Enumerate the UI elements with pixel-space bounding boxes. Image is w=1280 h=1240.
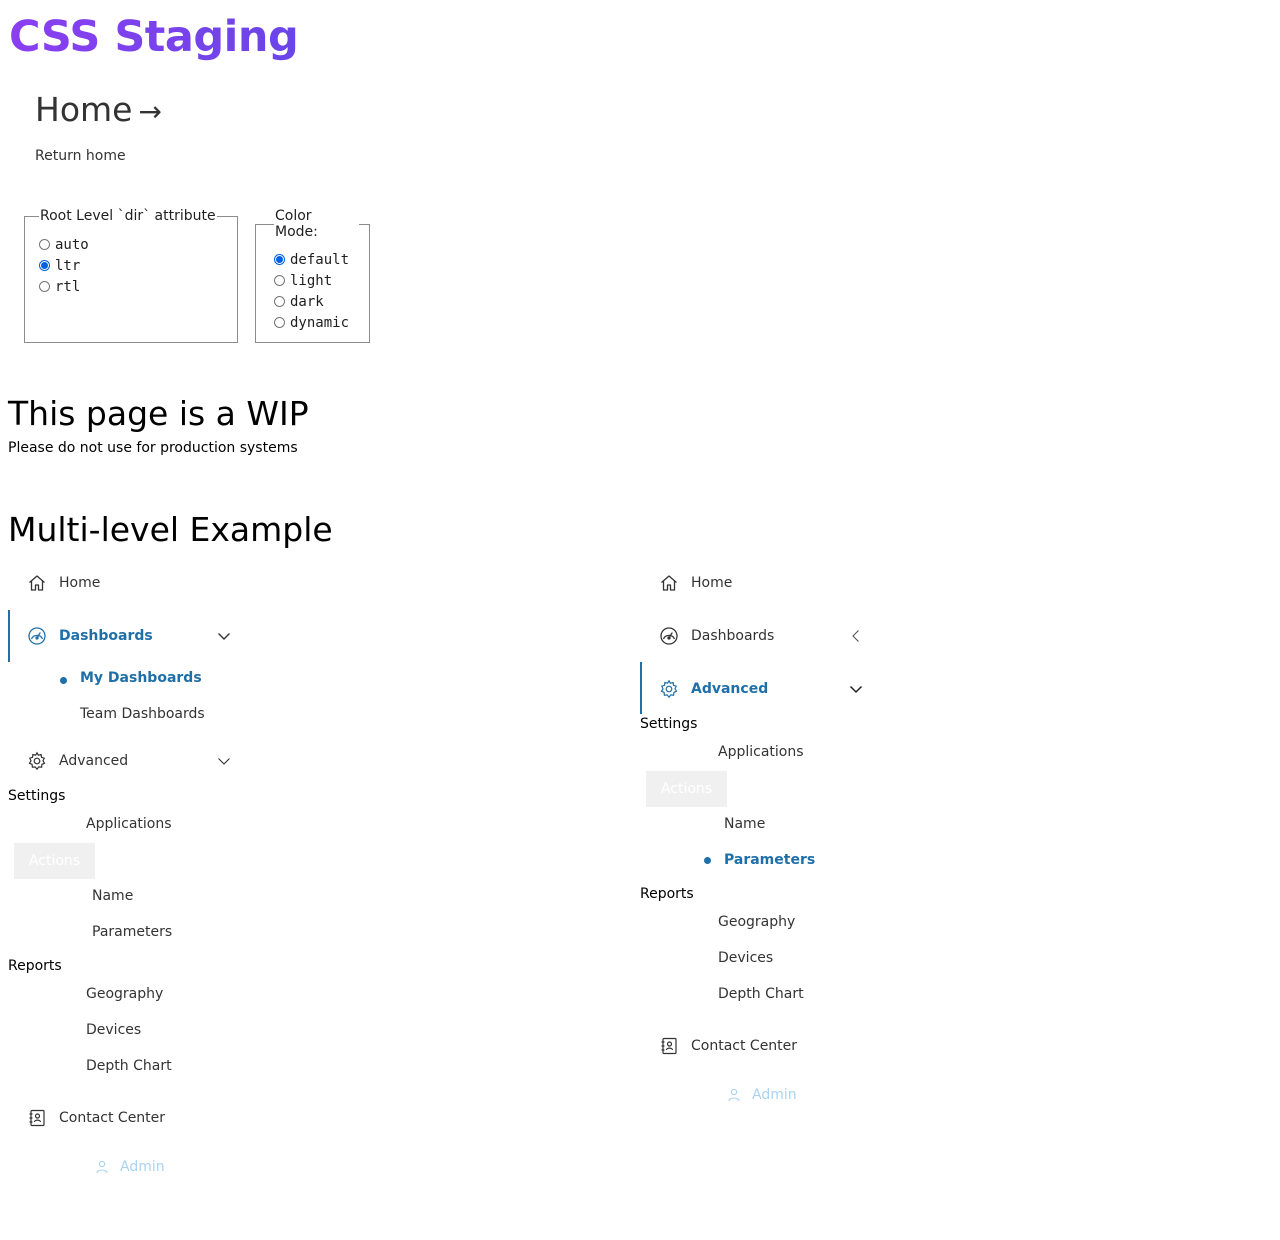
right-nav-admin: Admin (728, 1087, 797, 1103)
right-actions-button[interactable]: Actions (646, 771, 727, 807)
page-title-text: Home (35, 90, 133, 129)
left-nav-dashboards[interactable]: Dashboards (26, 618, 153, 654)
radio-default[interactable] (274, 254, 285, 265)
dir-legend: Root Level `dir` attribute (40, 208, 216, 224)
color-mode-legend: Color Mode: (275, 208, 318, 240)
chevron-down-icon[interactable] (847, 680, 865, 698)
chevron-down-icon[interactable] (215, 627, 233, 645)
left-nav-geography[interactable]: Geography (86, 986, 163, 1002)
right-settings-label: Settings (640, 716, 698, 732)
radio-ltr[interactable] (39, 260, 50, 271)
right-nav-geography[interactable]: Geography (718, 914, 795, 930)
arrow-icon: → (138, 95, 162, 128)
right-reports-label: Reports (640, 886, 694, 902)
return-home-link[interactable]: Return home (35, 148, 126, 164)
dir-option-label: rtl (55, 278, 81, 295)
right-nav-dashboards[interactable]: Dashboards (658, 618, 774, 654)
wip-subtitle: Please do not use for production systems (8, 440, 298, 456)
wip-title: This page is a WIP (8, 394, 309, 433)
left-nav-admin-label: Admin (120, 1159, 165, 1175)
left-nav-admin: Admin (96, 1159, 165, 1175)
color-option-dark[interactable]: dark (274, 291, 359, 312)
right-nav-depth-chart[interactable]: Depth Chart (718, 986, 804, 1002)
right-nav-contact-center-label: Contact Center (691, 1038, 798, 1054)
left-nav-devices[interactable]: Devices (86, 1022, 141, 1038)
left-actions-button[interactable]: Actions (14, 843, 95, 879)
chevron-left-icon[interactable] (847, 627, 865, 645)
left-settings-label: Settings (8, 788, 66, 804)
home-icon (26, 572, 48, 594)
left-active-indicator (8, 610, 10, 662)
color-option-label: light (290, 272, 333, 289)
right-nav-applications[interactable]: Applications (718, 744, 804, 760)
gauge-icon (26, 625, 48, 647)
radio-auto[interactable] (39, 239, 50, 250)
contact-book-icon (658, 1035, 680, 1057)
left-nav-contact-center[interactable]: Contact Center (26, 1100, 165, 1136)
gear-icon (26, 750, 48, 772)
left-nav-advanced-label: Advanced (59, 753, 129, 769)
radio-light[interactable] (274, 275, 285, 286)
right-nav-advanced-label: Advanced (691, 681, 769, 697)
right-nav-devices[interactable]: Devices (718, 950, 773, 966)
color-mode-fieldset: Color Mode: default light dark dynamic (255, 208, 370, 343)
right-nav-home[interactable]: Home (658, 565, 732, 601)
right-nav-dashboards-label: Dashboards (691, 628, 775, 644)
chevron-down-icon[interactable] (215, 752, 233, 770)
right-nav-admin-label: Admin (752, 1087, 797, 1103)
left-nav-parameters[interactable]: Parameters (92, 924, 172, 940)
left-reports-label: Reports (8, 958, 62, 974)
right-nav-name[interactable]: Name (724, 816, 765, 832)
multi-level-title: Multi-level Example (8, 510, 333, 549)
right-nav-parameters[interactable]: Parameters (724, 852, 815, 868)
user-icon (728, 1088, 742, 1102)
radio-dynamic[interactable] (274, 317, 285, 328)
dir-option-ltr[interactable]: ltr (39, 255, 227, 276)
left-nav-team-dashboards[interactable]: Team Dashboards (80, 706, 205, 722)
left-nav-depth-chart[interactable]: Depth Chart (86, 1058, 172, 1074)
left-nav-dashboards-label: Dashboards (59, 628, 153, 644)
right-nav-home-label: Home (691, 575, 733, 591)
radio-rtl[interactable] (39, 281, 50, 292)
home-icon (658, 572, 680, 594)
radio-dark[interactable] (274, 296, 285, 307)
dir-option-rtl[interactable]: rtl (39, 276, 227, 297)
brand-title: CSS Staging (9, 12, 299, 62)
color-option-default[interactable]: default (274, 249, 359, 270)
gear-icon (658, 678, 680, 700)
left-nav-name[interactable]: Name (92, 888, 133, 904)
color-option-light[interactable]: light (274, 270, 359, 291)
right-nav-contact-center[interactable]: Contact Center (658, 1028, 797, 1064)
active-dot-icon (60, 677, 67, 684)
left-nav-home-label: Home (59, 575, 101, 591)
color-option-label: dynamic (290, 314, 350, 331)
user-icon (96, 1160, 110, 1174)
color-option-label: default (290, 251, 350, 268)
color-option-label: dark (290, 293, 324, 310)
contact-book-icon (26, 1107, 48, 1129)
left-nav-contact-center-label: Contact Center (59, 1110, 166, 1126)
dir-option-auto[interactable]: auto (39, 234, 227, 255)
page-title: Home → (35, 90, 162, 129)
dir-option-label: auto (55, 236, 89, 253)
right-nav-advanced[interactable]: Advanced (658, 671, 768, 707)
left-nav-applications[interactable]: Applications (86, 816, 172, 832)
dir-option-label: ltr (55, 257, 81, 274)
active-dot-icon (704, 857, 711, 864)
left-nav-my-dashboards[interactable]: My Dashboards (80, 670, 202, 686)
left-nav-home[interactable]: Home (26, 565, 100, 601)
color-option-dynamic[interactable]: dynamic (274, 312, 359, 333)
gauge-icon (658, 625, 680, 647)
left-nav-advanced[interactable]: Advanced (26, 743, 128, 779)
dir-fieldset: Root Level `dir` attribute auto ltr rtl (24, 208, 238, 343)
right-active-indicator (640, 662, 642, 714)
